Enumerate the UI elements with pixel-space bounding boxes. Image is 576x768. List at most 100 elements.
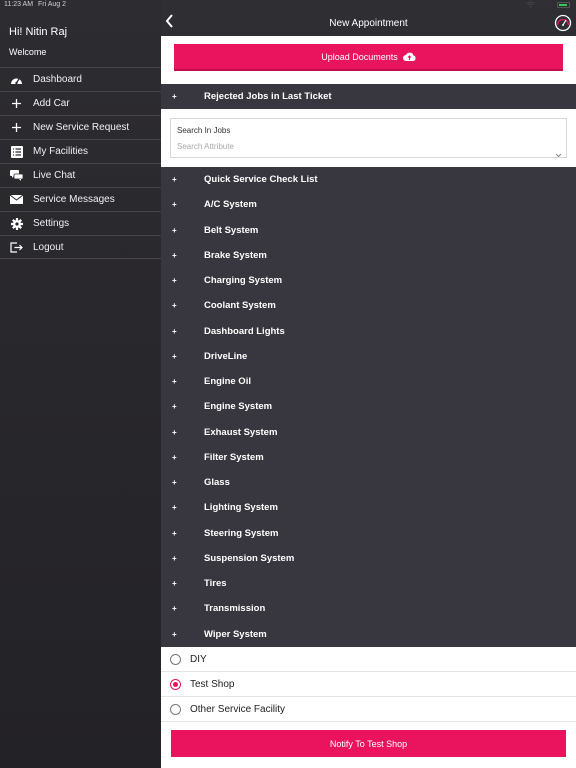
job-category-row[interactable]: + Engine Oil bbox=[161, 369, 576, 394]
job-category-label: Wiper System bbox=[204, 628, 267, 640]
radio-button-selected[interactable] bbox=[170, 678, 181, 690]
option-label: Other Service Facility bbox=[190, 703, 286, 715]
job-category-label: A/C System bbox=[204, 199, 257, 211]
job-category-row[interactable]: + Steering System bbox=[161, 521, 576, 546]
job-category-row[interactable]: + Brake System bbox=[161, 243, 576, 268]
job-category-label: Charging System bbox=[204, 275, 283, 287]
expand-icon: + bbox=[172, 427, 177, 437]
sidebar-item-service-messages[interactable]: Service Messages bbox=[0, 187, 161, 211]
sidebar-item-label: My Facilities bbox=[33, 146, 89, 157]
expand-icon: + bbox=[172, 301, 177, 311]
user-greeting: Hi! Nitin Raj bbox=[9, 26, 68, 38]
sidebar-item-add-car[interactable]: Add Car bbox=[0, 91, 161, 115]
expand-icon: + bbox=[172, 604, 177, 614]
job-category-row[interactable]: + Dashboard Lights bbox=[161, 319, 576, 344]
sidebar-item-logout[interactable]: Logout bbox=[0, 235, 161, 259]
sidebar-item-label: Logout bbox=[33, 241, 64, 253]
welcome-text: Welcome bbox=[9, 47, 47, 57]
upload-label: Upload Documents bbox=[321, 51, 398, 62]
sidebar-item-label: Service Messages bbox=[33, 194, 115, 205]
plus-icon bbox=[0, 123, 33, 132]
job-category-row[interactable]: + Charging System bbox=[161, 268, 576, 293]
job-category-label: Coolant System bbox=[204, 300, 276, 312]
job-category-row[interactable]: + Engine System bbox=[161, 394, 576, 419]
job-category-row[interactable]: + Filter System bbox=[161, 445, 576, 470]
job-category-label: Engine System bbox=[204, 401, 273, 413]
battery-icon bbox=[557, 1, 570, 8]
logout-icon bbox=[0, 241, 33, 253]
search-section: Search In Jobs bbox=[161, 109, 576, 167]
job-category-row[interactable]: + Coolant System bbox=[161, 293, 576, 318]
sidebar-item-label: Add Car bbox=[33, 98, 70, 109]
chat-icon bbox=[0, 170, 33, 181]
expand-icon: + bbox=[172, 276, 177, 286]
job-category-label: Glass bbox=[204, 477, 230, 489]
job-category-label: Filter System bbox=[204, 451, 264, 463]
list-icon bbox=[0, 145, 33, 158]
job-category-row[interactable]: + Exhaust System bbox=[161, 420, 576, 445]
main-panel: New Appointment Upload Documents + Rejec… bbox=[161, 0, 576, 768]
job-category-row[interactable]: + DriveLine bbox=[161, 344, 576, 369]
status-right: 85% bbox=[526, 1, 570, 8]
search-attribute-input[interactable] bbox=[177, 142, 547, 151]
sidebar-item-live-chat[interactable]: Live Chat bbox=[0, 163, 161, 187]
expand-icon: + bbox=[172, 579, 177, 589]
status-bar: 11:23 AM Fri Aug 2 85% bbox=[0, 0, 576, 11]
speedometer-logo-icon[interactable] bbox=[554, 14, 572, 37]
cloud-upload-icon bbox=[402, 52, 416, 61]
battery-percent: 85% bbox=[538, 1, 553, 8]
search-box[interactable]: Search In Jobs bbox=[170, 118, 567, 158]
job-category-row[interactable]: + Lighting System bbox=[161, 495, 576, 520]
upload-documents-button[interactable]: Upload Documents bbox=[174, 44, 563, 71]
expand-icon: + bbox=[172, 402, 177, 412]
upload-section: Upload Documents bbox=[161, 36, 576, 84]
sidebar-item-label: Dashboard bbox=[33, 74, 82, 85]
job-category-label: Steering System bbox=[204, 527, 279, 539]
job-category-row[interactable]: + A/C System bbox=[161, 192, 576, 217]
expand-icon: + bbox=[172, 200, 177, 210]
option-label: Test Shop bbox=[190, 678, 235, 690]
job-category-label: Transmission bbox=[204, 603, 266, 615]
job-category-label: Engine Oil bbox=[204, 376, 251, 388]
job-category-label: Lighting System bbox=[204, 502, 278, 514]
job-category-row[interactable]: + Belt System bbox=[161, 218, 576, 243]
service-options: DIY Test Shop Other Service Facility bbox=[161, 647, 576, 722]
expand-icon: + bbox=[172, 92, 177, 101]
sidebar-item-new-service-request[interactable]: New Service Request bbox=[0, 115, 161, 139]
radio-button[interactable] bbox=[170, 703, 181, 715]
rejected-jobs-row[interactable]: + Rejected Jobs in Last Ticket bbox=[161, 84, 576, 109]
job-category-row[interactable]: + Wiper System bbox=[161, 622, 576, 647]
option-test-shop[interactable]: Test Shop bbox=[161, 672, 576, 697]
job-category-row[interactable]: + Tires bbox=[161, 571, 576, 596]
notify-button[interactable]: Notify To Test Shop bbox=[171, 730, 566, 757]
option-other-service-facility[interactable]: Other Service Facility bbox=[161, 697, 576, 722]
chevron-down-icon[interactable] bbox=[555, 145, 562, 163]
job-category-row[interactable]: + Quick Service Check List bbox=[161, 167, 576, 192]
option-diy[interactable]: DIY bbox=[161, 647, 576, 672]
job-category-label: Dashboard Lights bbox=[204, 325, 285, 337]
job-category-label: Quick Service Check List bbox=[204, 174, 318, 186]
sidebar-item-settings[interactable]: Settings bbox=[0, 211, 161, 235]
job-category-row[interactable]: + Glass bbox=[161, 470, 576, 495]
envelope-icon bbox=[0, 195, 33, 204]
sidebar-item-label: New Service Request bbox=[33, 122, 130, 133]
dashboard-icon bbox=[0, 74, 33, 85]
job-category-row[interactable]: + Suspension System bbox=[161, 546, 576, 571]
expand-icon: + bbox=[172, 553, 177, 563]
wifi-icon bbox=[526, 1, 535, 8]
sidebar-menu: Dashboard Add Car New Service Request My… bbox=[0, 67, 161, 259]
job-category-label: DriveLine bbox=[204, 350, 248, 362]
radio-button[interactable] bbox=[170, 653, 181, 665]
rejected-jobs-label: Rejected Jobs in Last Ticket bbox=[204, 91, 332, 102]
status-date: Fri Aug 2 bbox=[38, 1, 67, 8]
job-category-row[interactable]: + Transmission bbox=[161, 596, 576, 621]
sidebar-item-my-facilities[interactable]: My Facilities bbox=[0, 139, 161, 163]
sidebar: Hi! Nitin Raj Welcome Dashboard Add Car … bbox=[0, 0, 161, 768]
expand-icon: + bbox=[172, 351, 177, 361]
sidebar-item-label: Settings bbox=[33, 218, 70, 229]
job-categories-list: + Quick Service Check List + A/C System + B… bbox=[161, 167, 576, 647]
job-category-label: Belt System bbox=[204, 224, 259, 236]
sidebar-item-dashboard[interactable]: Dashboard bbox=[0, 67, 161, 91]
expand-icon: + bbox=[172, 250, 177, 260]
expand-icon: + bbox=[172, 629, 177, 639]
